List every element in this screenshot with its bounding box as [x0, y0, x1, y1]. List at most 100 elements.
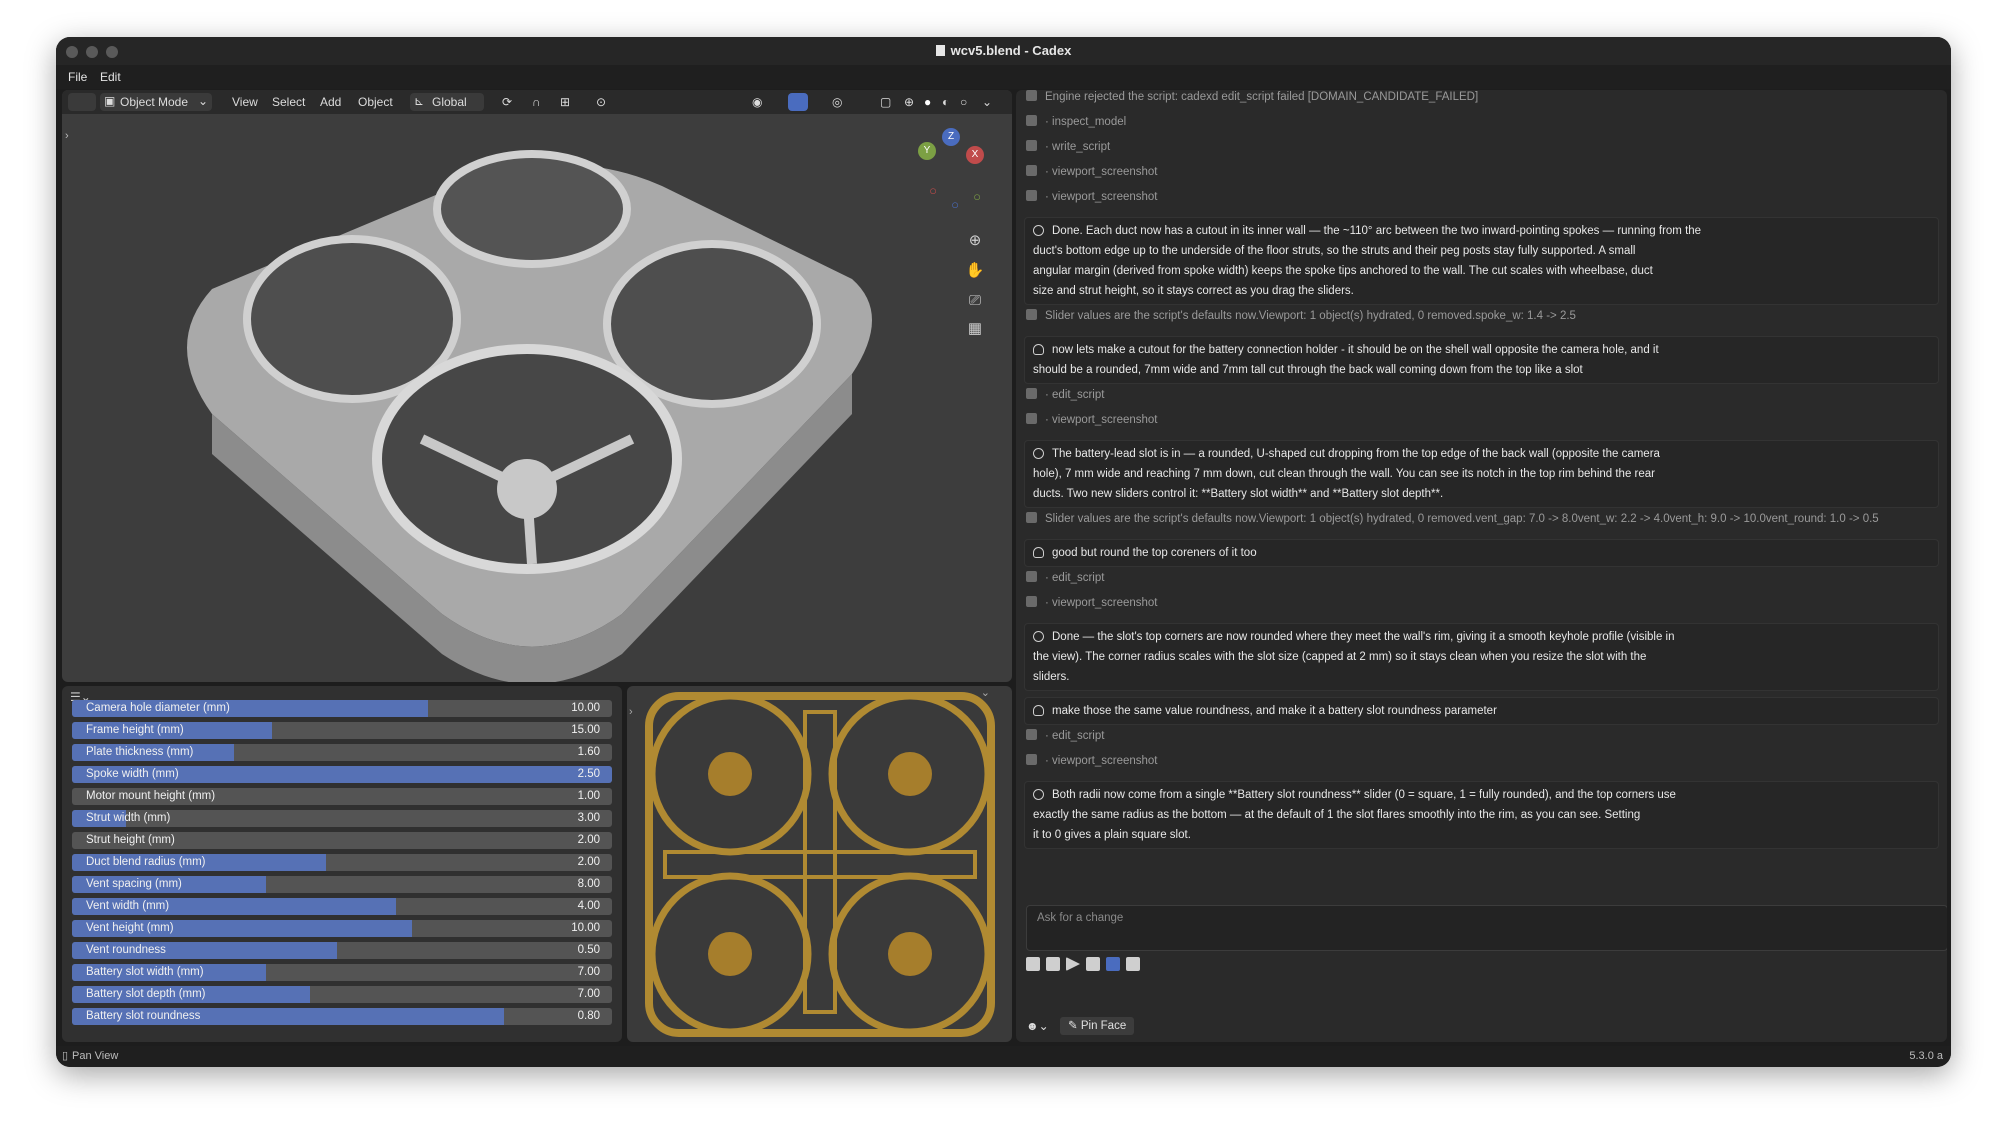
tool-icon [1026, 90, 1037, 101]
slider-value: 0.80 [577, 1010, 600, 1022]
pin-face-button[interactable]: ✎ Pin Face [1060, 1017, 1135, 1035]
message-line: sliders. [1033, 667, 1930, 687]
orientation-dropdown[interactable]: ⊾ Global [410, 93, 484, 111]
slider-label: Camera hole diameter (mm) [86, 702, 230, 714]
texture-view[interactable]: › ⌄ [627, 686, 1012, 1042]
pin-icon: ✎ [1068, 1020, 1081, 1032]
grid-view-icon[interactable]: ▦ [964, 318, 986, 340]
sliders-icon[interactable] [1106, 957, 1120, 971]
message-line: Both radii now come from a single **Batt… [1033, 785, 1930, 805]
solid-shading-icon[interactable]: ● [924, 95, 931, 109]
message-text: duct's bottom edge up to the underside o… [1033, 245, 1636, 257]
texture-expand-icon[interactable]: › [629, 706, 633, 718]
slider-6[interactable]: Strut height (mm) 2.00 [72, 832, 612, 849]
menu-view[interactable]: View [232, 95, 258, 109]
rendered-shading-icon[interactable]: ○ [960, 95, 967, 109]
zoom-icon[interactable]: ⊕ [964, 230, 986, 252]
snap-grid-icon[interactable]: ⊞ [560, 95, 570, 109]
slider-4[interactable]: Motor mount height (mm) 1.00 [72, 788, 612, 805]
chat-log-text: Slider values are the script's defaults … [1045, 513, 1879, 525]
chat-log-entry: · viewport_screenshot [1026, 754, 1158, 767]
model-view [187, 150, 872, 682]
chat-log-text: · viewport_screenshot [1045, 166, 1158, 178]
slider-0[interactable]: Camera hole diameter (mm) 10.00 [72, 700, 612, 717]
chevron-down-icon: ⌄ [198, 94, 209, 108]
gizmo-neg-x[interactable]: ○ [922, 180, 944, 202]
image-attach-icon[interactable] [1026, 957, 1040, 971]
run-icon[interactable] [1066, 957, 1080, 971]
gizmo-toggle-button[interactable] [788, 93, 808, 111]
xray-icon[interactable]: ▢ [880, 95, 891, 109]
slider-14[interactable]: Battery slot roundness 0.80 [72, 1008, 612, 1025]
slider-7[interactable]: Duct blend radius (mm) 2.00 [72, 854, 612, 871]
message-text: sliders. [1033, 671, 1070, 683]
slider-3[interactable]: Spoke width (mm) 2.50 [72, 766, 612, 783]
material-shading-icon[interactable]: ◐ [942, 95, 949, 109]
chat-log-text: · viewport_screenshot [1045, 191, 1158, 203]
snap-icon[interactable]: ∩ [532, 95, 541, 109]
slider-label: Battery slot width (mm) [86, 966, 204, 978]
slider-1[interactable]: Frame height (mm) 15.00 [72, 722, 612, 739]
slider-13[interactable]: Battery slot depth (mm) 7.00 [72, 986, 612, 1003]
viewport-3d[interactable]: ▣ Object Mode ⌄ View Select Add Object ⊾… [62, 90, 1012, 682]
slider-label: Vent roundness [86, 944, 166, 956]
pin-face-label: Pin Face [1080, 1020, 1127, 1032]
message-text: it to 0 gives a plain square slot. [1033, 829, 1191, 841]
camera-icon[interactable]: ⎚ [964, 290, 986, 312]
chat-log-entry: Slider values are the script's defaults … [1026, 309, 1576, 322]
slider-label: Duct blend radius (mm) [86, 856, 206, 868]
message-line: ducts. Two new sliders control it: **Bat… [1033, 484, 1930, 504]
message-text: Done — the slot's top corners are now ro… [1052, 631, 1675, 643]
slider-label: Vent width (mm) [86, 900, 170, 912]
message-line: the view). The corner radius scales with… [1033, 647, 1930, 667]
tool-icon [1026, 571, 1037, 582]
slider-value: 10.00 [571, 922, 600, 934]
lightbulb-icon [1033, 448, 1044, 459]
slider-value: 8.00 [577, 878, 600, 890]
axis-icon: ⊾ [414, 94, 425, 108]
slider-12[interactable]: Battery slot width (mm) 7.00 [72, 964, 612, 981]
gizmo-y-axis[interactable]: Y [918, 142, 936, 160]
menu-add[interactable]: Add [320, 95, 341, 109]
menu-file[interactable]: File [68, 70, 87, 84]
slider-9[interactable]: Vent width (mm) 4.00 [72, 898, 612, 915]
slider-value: 2.00 [577, 834, 600, 846]
visibility-icon[interactable]: ◉ [752, 95, 762, 109]
proportional-edit-icon[interactable]: ⊙ [596, 95, 606, 109]
gizmo-neg-y[interactable]: ○ [966, 186, 988, 208]
menu-edit[interactable]: Edit [100, 70, 121, 84]
model-picker-icon[interactable]: ☻⌄ [1026, 1019, 1050, 1035]
message-line: angular margin (derived from spoke width… [1033, 261, 1930, 281]
gizmo-neg-z[interactable]: ○ [944, 194, 966, 216]
slider-8[interactable]: Vent spacing (mm) 8.00 [72, 876, 612, 893]
menu-select[interactable]: Select [272, 95, 305, 109]
editor-type-button[interactable] [68, 93, 96, 111]
message-line: should be a rounded, 7mm wide and 7mm ta… [1033, 360, 1930, 380]
gizmo-z-axis[interactable]: Z [942, 128, 960, 146]
menu-object[interactable]: Object [358, 95, 393, 109]
prompt-input[interactable]: Ask for a change [1026, 905, 1947, 951]
message-line: Done — the slot's top corners are now ro… [1033, 627, 1930, 647]
chat-log-text: · edit_script [1045, 730, 1105, 742]
message-text: now lets make a cutout for the battery c… [1052, 344, 1659, 356]
texture-collapse-icon[interactable]: ⌄ [981, 686, 990, 699]
slider-5[interactable]: Strut width (mm) 3.00 [72, 810, 612, 827]
notes-icon[interactable] [1126, 957, 1140, 971]
message-line: good but round the top coreners of it to… [1033, 543, 1930, 563]
mode-dropdown[interactable]: ▣ Object Mode ⌄ [100, 93, 212, 111]
message-line: exactly the same radius as the bottom — … [1033, 805, 1930, 825]
overlay-icon[interactable]: ◎ [832, 95, 842, 109]
menu-bar: File Edit [56, 65, 1951, 89]
slider-2[interactable]: Plate thickness (mm) 1.60 [72, 744, 612, 761]
pivot-icon[interactable]: ⟳ [502, 95, 512, 109]
slider-10[interactable]: Vent height (mm) 10.00 [72, 920, 612, 937]
slider-11[interactable]: Vent roundness 0.50 [72, 942, 612, 959]
new-file-icon[interactable] [1086, 957, 1100, 971]
screenshot-icon[interactable] [1046, 957, 1060, 971]
gizmo-x-axis[interactable]: X [966, 146, 984, 164]
pan-hand-icon[interactable]: ✋ [964, 260, 986, 282]
shading-dropdown-icon[interactable]: ⌄ [982, 95, 992, 109]
wireframe-shading-icon[interactable]: ⊕ [904, 95, 914, 109]
slider-value: 10.00 [571, 702, 600, 714]
tool-icon [1026, 729, 1037, 740]
